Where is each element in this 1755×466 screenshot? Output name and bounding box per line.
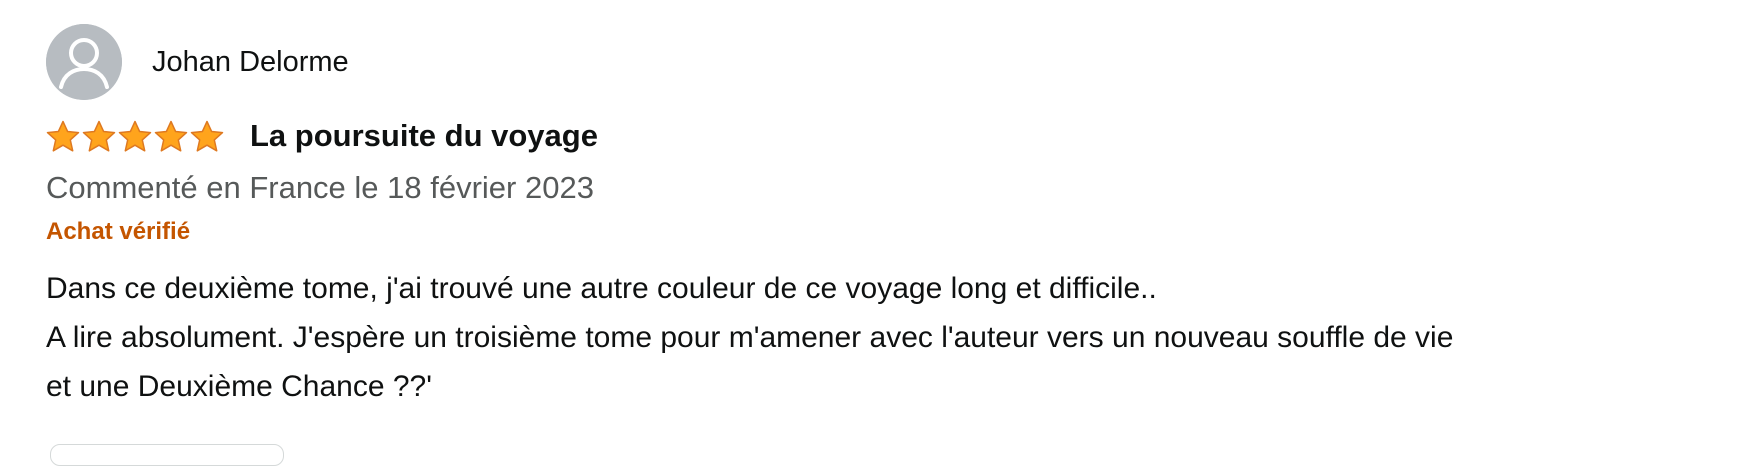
star-rating[interactable] [46, 120, 224, 153]
star-icon [118, 120, 152, 153]
review-body: Dans ce deuxième tome, j'ai trouvé une a… [46, 264, 1726, 411]
review-title[interactable]: La poursuite du voyage [250, 118, 598, 154]
reviewer-profile[interactable]: Johan Delorme [46, 24, 1726, 100]
verified-purchase-badge[interactable]: Achat vérifié [46, 218, 1726, 246]
customer-review: Johan Delorme La poursuite du voyage Com… [46, 24, 1726, 411]
review-header: La poursuite du voyage [46, 114, 1726, 158]
review-body-line: et une Deuxième Chance ??' [46, 370, 432, 403]
star-icon [154, 120, 188, 153]
star-icon [82, 120, 116, 153]
star-icon [46, 120, 80, 153]
review-body-line: A lire absolument. J'espère un troisième… [46, 321, 1454, 354]
helpful-button[interactable] [50, 444, 284, 466]
star-icon [190, 120, 224, 153]
review-date: Commenté en France le 18 février 2023 [46, 170, 594, 205]
reviewer-name[interactable]: Johan Delorme [152, 46, 349, 79]
review-body-line: Dans ce deuxième tome, j'ai trouvé une a… [46, 272, 1157, 305]
default-avatar-icon[interactable] [46, 24, 122, 100]
